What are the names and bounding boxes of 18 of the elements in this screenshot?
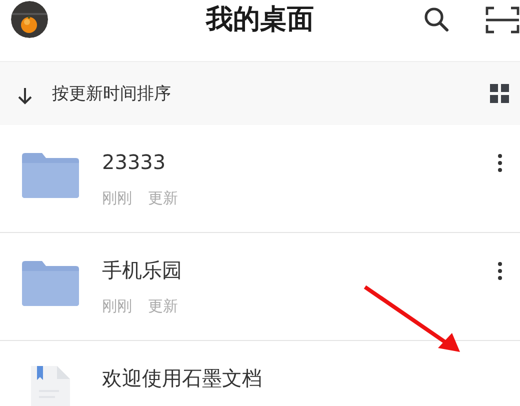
document-icon [31,366,70,406]
sort-label[interactable]: 按更新时间排序 [52,82,171,106]
item-name[interactable]: 欢迎使用石墨文档 [102,364,262,392]
search-icon[interactable] [423,6,450,33]
folder-icon [22,261,79,306]
update-label: 更新 [148,296,178,316]
more-icon[interactable] [497,261,503,281]
grid-view-icon[interactable] [490,84,509,103]
page-title: 我的桌面 [204,3,315,37]
folder-icon [22,153,79,198]
scan-icon[interactable] [485,6,520,34]
update-time: 刚刚 [102,188,132,208]
item-name[interactable]: 23333 [102,148,166,176]
item-name[interactable]: 手机乐园 [102,256,182,284]
update-label: 更新 [148,188,178,208]
more-icon[interactable] [497,153,503,173]
update-time: 刚刚 [102,296,132,316]
down-arrow-icon[interactable] [16,87,34,105]
